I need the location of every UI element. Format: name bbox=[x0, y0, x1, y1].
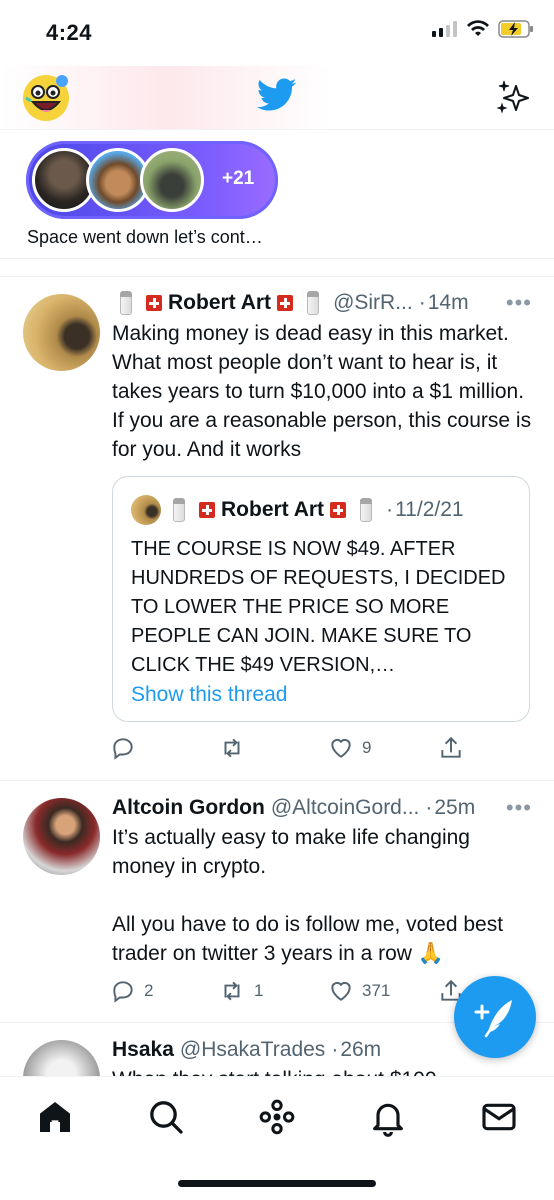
tweet-author-name[interactable]: Altcoin Gordon bbox=[112, 796, 265, 820]
like-button[interactable]: 9 bbox=[328, 735, 371, 761]
tweet-author-avatar[interactable] bbox=[23, 798, 100, 875]
retweet-button[interactable]: 1 bbox=[218, 978, 263, 1004]
status-time: 4:24 bbox=[46, 20, 93, 45]
profile-avatar[interactable] bbox=[22, 74, 70, 122]
search-icon[interactable] bbox=[146, 1097, 186, 1137]
heart-icon bbox=[331, 981, 351, 1001]
spaces-icon[interactable] bbox=[257, 1097, 297, 1137]
swiss-flag-icon bbox=[277, 295, 294, 311]
tweet-author-avatar[interactable] bbox=[23, 1040, 100, 1076]
tweet-time: 14m bbox=[427, 291, 469, 314]
tweet-text: When they start talking about $100 bbox=[112, 1065, 532, 1076]
swiss-flag-icon bbox=[199, 502, 215, 518]
more-options-icon[interactable]: ••• bbox=[506, 290, 532, 316]
retweet-icon bbox=[224, 981, 240, 1001]
retweet-button[interactable] bbox=[218, 735, 254, 761]
like-count: 371 bbox=[362, 981, 391, 1000]
like-count: 9 bbox=[362, 738, 372, 757]
top-navigation-bar bbox=[0, 66, 554, 130]
twitter-bird-icon bbox=[256, 78, 297, 117]
divider bbox=[0, 258, 554, 259]
quoted-author-avatar bbox=[131, 495, 161, 525]
tweet-author-handle: @SirR... bbox=[333, 291, 413, 314]
tweet-time-separator: · bbox=[425, 796, 433, 819]
share-button[interactable] bbox=[438, 735, 464, 761]
tweet-time-separator: · bbox=[331, 1038, 339, 1061]
battery-charging-icon bbox=[498, 20, 533, 38]
reply-button[interactable] bbox=[110, 735, 144, 761]
home-indicator bbox=[178, 1180, 376, 1187]
tweet-author-name[interactable]: Hsaka bbox=[112, 1038, 174, 1062]
retweet-icon bbox=[224, 738, 240, 758]
spaces-bar: +21 Space went down let’s cont… bbox=[0, 131, 554, 249]
cellular-signal-icon bbox=[432, 21, 457, 37]
quoted-author-name: Robert Art bbox=[221, 498, 325, 521]
tweet-text: Making money is dead easy in this market… bbox=[112, 322, 532, 461]
quoted-tweet-text: THE COURSE IS NOW $49. AFTER HUNDREDS OF… bbox=[131, 538, 506, 676]
swiss-flag-icon bbox=[146, 295, 162, 311]
compose-tweet-button[interactable] bbox=[454, 976, 536, 1058]
space-listener-avatar bbox=[140, 148, 204, 212]
notifications-icon[interactable] bbox=[368, 1097, 408, 1137]
tweet-time-separator: · bbox=[418, 291, 426, 314]
retweet-count: 1 bbox=[254, 981, 264, 1000]
reply-button[interactable]: 2 bbox=[110, 978, 153, 1004]
space-listener-count: +21 bbox=[222, 168, 255, 189]
salt-shaker-emoji-icon bbox=[360, 498, 373, 522]
reply-icon bbox=[113, 738, 133, 760]
like-button[interactable]: 371 bbox=[328, 978, 390, 1004]
tweet-actions: 9 bbox=[110, 735, 530, 765]
tweet-time: 25m bbox=[434, 796, 476, 819]
show-thread-link[interactable]: Show this thread bbox=[131, 683, 287, 707]
salt-shaker-emoji-icon bbox=[120, 291, 132, 315]
quoted-tweet-date: 11/2/21 bbox=[395, 498, 464, 521]
tweet-time-separator: · bbox=[386, 498, 394, 521]
tweet-author-avatar[interactable] bbox=[23, 294, 100, 371]
wifi-icon bbox=[467, 20, 489, 36]
tweet-author-name[interactable]: Robert Art bbox=[168, 291, 271, 315]
messages-icon[interactable] bbox=[479, 1097, 519, 1137]
salt-shaker-emoji-icon bbox=[307, 291, 320, 315]
swiss-flag-icon bbox=[330, 502, 347, 518]
tweet-time: 26m bbox=[340, 1038, 382, 1061]
quoted-tweet[interactable]: Robert Art · 11/2/21 THE COURSE IS NOW $… bbox=[112, 476, 530, 722]
salt-shaker-emoji-icon bbox=[173, 498, 185, 522]
reply-count: 2 bbox=[144, 981, 154, 1000]
tweet-author-handle: @AltcoinGord... bbox=[270, 796, 420, 819]
tweet-author-handle: @HsakaTrades bbox=[179, 1038, 326, 1061]
heart-icon bbox=[331, 738, 351, 758]
compose-feather-icon bbox=[474, 1000, 512, 1038]
sparkle-icon[interactable] bbox=[496, 78, 532, 119]
more-options-icon[interactable]: ••• bbox=[506, 795, 532, 821]
live-space-pill[interactable]: +21 bbox=[26, 141, 278, 219]
status-bar: 4:24 bbox=[0, 0, 554, 66]
space-title[interactable]: Space went down let’s cont… bbox=[27, 227, 263, 248]
tweet-text: It’s actually easy to make life changing… bbox=[112, 826, 504, 965]
home-icon[interactable] bbox=[35, 1097, 75, 1137]
share-icon bbox=[441, 736, 461, 758]
reply-icon bbox=[113, 981, 133, 1003]
